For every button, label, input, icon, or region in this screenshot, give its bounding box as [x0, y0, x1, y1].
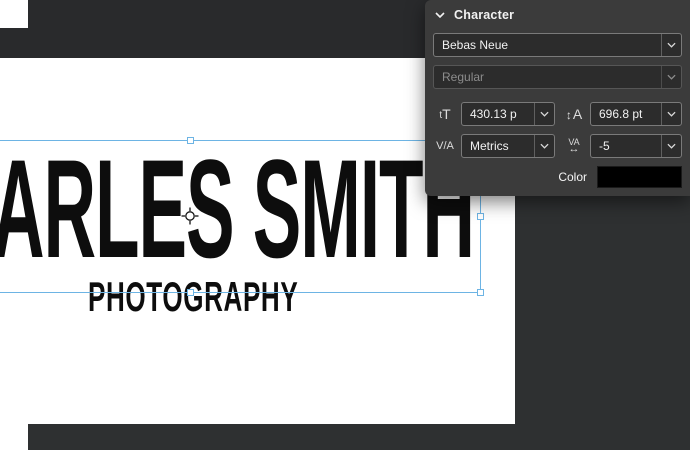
chevron-down-icon	[661, 135, 681, 157]
selection-handle-bottom-center[interactable]	[187, 289, 194, 296]
chevron-down-icon	[534, 103, 554, 125]
selection-handle-right-center[interactable]	[477, 213, 484, 220]
kerning-value: Metrics	[462, 139, 534, 153]
character-panel: Character Bebas Neue Regular tT 430.13 p	[425, 0, 690, 196]
leading-icon: ↕A	[562, 107, 586, 121]
chevron-down-icon	[661, 103, 681, 125]
panel-title: Character	[454, 8, 514, 22]
precise-cursor-icon	[181, 207, 199, 225]
font-size-icon: tT	[433, 107, 457, 121]
design-bottom-bar	[28, 424, 690, 450]
kerning-dropdown[interactable]: Metrics	[461, 134, 555, 158]
character-panel-header[interactable]: Character	[425, 0, 690, 27]
app-window: ARLES SMITH PHOTOGRAPHY Character Bebas …	[0, 0, 690, 450]
leading-value: 696.8 pt	[591, 107, 661, 121]
kerning-icon: V/A	[433, 141, 457, 152]
design-top-bar-left	[0, 28, 28, 58]
font-size-dropdown[interactable]: 430.13 p	[461, 102, 555, 126]
color-swatch[interactable]	[597, 166, 682, 188]
selection-handle-top-center[interactable]	[187, 137, 194, 144]
font-family-value: Bebas Neue	[434, 38, 661, 52]
selection-bounding-box[interactable]	[0, 140, 481, 293]
panel-collapse-icon[interactable]	[435, 12, 445, 18]
font-size-value: 430.13 p	[462, 107, 534, 121]
tracking-value: -5	[591, 139, 661, 153]
tracking-icon: VA ↔	[562, 138, 586, 155]
chevron-down-icon	[661, 66, 681, 88]
chevron-down-icon	[661, 34, 681, 56]
font-family-dropdown[interactable]: Bebas Neue	[433, 33, 682, 57]
font-style-dropdown: Regular	[433, 65, 682, 89]
color-label: Color	[558, 170, 587, 184]
chevron-down-icon	[534, 135, 554, 157]
font-style-value: Regular	[434, 70, 661, 84]
tracking-dropdown[interactable]: -5	[590, 134, 682, 158]
leading-dropdown[interactable]: 696.8 pt	[590, 102, 682, 126]
selection-handle-bottom-right[interactable]	[477, 289, 484, 296]
